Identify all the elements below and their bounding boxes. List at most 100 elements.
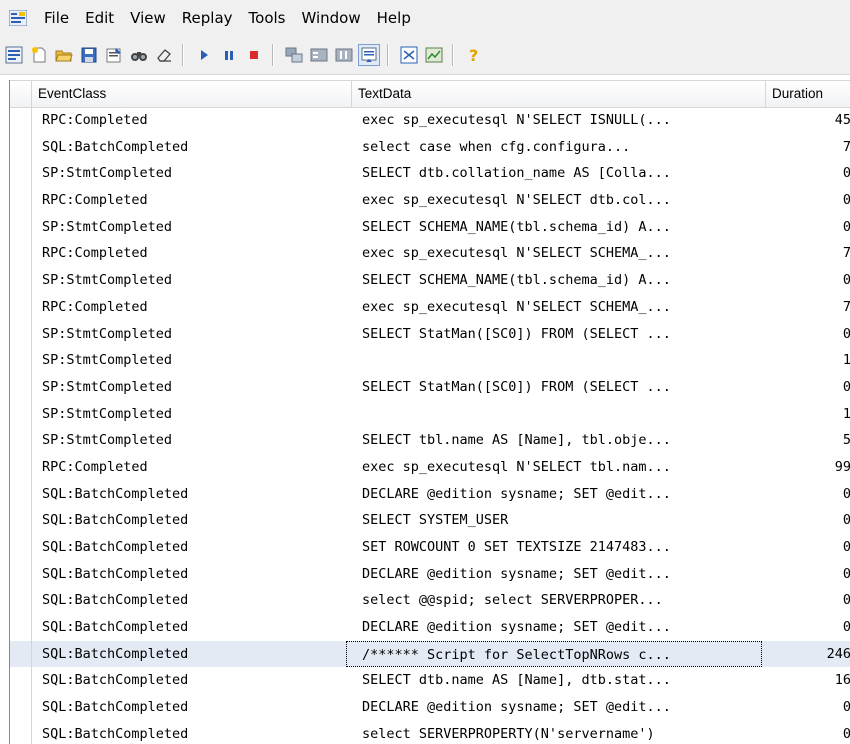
properties-icon[interactable] [103, 44, 125, 66]
table-row[interactable]: RPC:Completed exec sp_executesql N'SELECT… [10, 453, 850, 481]
menu-bar: File Edit View Replay Tools Window Help [0, 0, 850, 36]
cell-textdata: SELECT SYSTEM_USER [362, 512, 509, 529]
find-binoculars-icon[interactable] [128, 44, 150, 66]
table-row[interactable]: SQL:BatchCompleted /****** Script for Sel… [10, 640, 850, 668]
row-selector[interactable] [10, 534, 32, 561]
table-row[interactable]: RPC:Completed exec sp_executesql N'SELECT… [10, 240, 850, 268]
performance-chart-icon[interactable] [423, 44, 445, 66]
menu-file[interactable]: File [36, 0, 77, 36]
row-selector[interactable] [10, 267, 32, 294]
menu-replay[interactable]: Replay [174, 0, 241, 36]
menu-edit[interactable]: Edit [77, 0, 122, 36]
pause-trace-icon[interactable] [218, 44, 240, 66]
toolbar-separator [387, 44, 389, 66]
row-selector[interactable] [10, 400, 32, 428]
row-selector[interactable] [10, 347, 32, 374]
columns-icon[interactable] [308, 44, 330, 66]
row-selector[interactable] [10, 507, 32, 534]
table-row[interactable]: SQL:BatchCompleted DECLARE @edition sysna… [10, 480, 850, 508]
row-selector[interactable] [10, 614, 32, 641]
cell-eventclass: SQL:BatchCompleted [42, 539, 189, 555]
cell-duration: 0 [766, 561, 850, 588]
new-template-icon[interactable] [28, 44, 50, 66]
cell-duration: 0 [766, 267, 850, 294]
row-selector[interactable] [10, 107, 32, 134]
clear-eraser-icon[interactable] [153, 44, 175, 66]
table-row[interactable]: SQL:BatchCompleted select @@spid; select … [10, 587, 850, 615]
table-row[interactable]: SP:StmtCompleted 1 [10, 347, 850, 374]
column-header-textdata[interactable]: TextData [352, 81, 766, 107]
cell-textdata: DECLARE @edition sysname; SET @edit... [362, 619, 671, 636]
open-folder-icon[interactable] [53, 44, 75, 66]
table-row[interactable]: RPC:Completed exec sp_executesql N'SELECT… [10, 187, 850, 214]
menu-view[interactable]: View [122, 0, 174, 36]
menu-window[interactable]: Window [293, 0, 368, 36]
table-row[interactable]: SQL:BatchCompleted SELECT SYSTEM_USER 0 [10, 507, 850, 534]
row-selector[interactable] [10, 293, 32, 321]
row-selector[interactable] [10, 427, 32, 454]
column-header-duration[interactable]: Duration [766, 81, 850, 107]
row-selector[interactable] [10, 667, 32, 695]
profiler-app-icon[interactable] [8, 9, 28, 27]
cell-textdata: SELECT SCHEMA_NAME(tbl.schema_id) A... [362, 272, 671, 289]
table-row[interactable]: RPC:Completed exec sp_executesql N'SELECT… [10, 293, 850, 321]
table-row[interactable]: RPC:Completed exec sp_executesql N'SELECT… [10, 107, 850, 134]
row-selector[interactable] [10, 187, 32, 214]
row-selector[interactable] [10, 133, 32, 161]
connect-icon[interactable] [283, 44, 305, 66]
help-icon[interactable]: ? [463, 44, 485, 66]
column-header-eventclass[interactable]: EventClass [32, 81, 352, 107]
table-row[interactable]: SP:StmtCompleted 1 [10, 400, 850, 428]
table-row[interactable]: SQL:BatchCompleted DECLARE @edition sysna… [10, 694, 850, 721]
cell-eventclass: SP:StmtCompleted [42, 165, 173, 182]
cell-duration: 99 [834, 458, 850, 475]
row-selector[interactable] [10, 453, 32, 481]
table-row[interactable]: SQL:BatchCompleted SELECT dtb.name AS [Na… [10, 667, 850, 695]
table-row[interactable]: SP:StmtCompleted SELECT SCHEMA_NAME(tbl.s… [10, 213, 850, 241]
row-selector[interactable] [10, 560, 32, 588]
cell-textdata: exec sp_executesql N'SELECT SCHEMA_... [362, 298, 671, 315]
table-row[interactable]: SP:StmtCompleted SELECT StatMan([SC0]) FR… [10, 320, 850, 348]
table-row[interactable]: SP:StmtCompleted SELECT StatMan([SC0]) FR… [10, 373, 850, 401]
cell-eventclass: SQL:BatchCompleted [42, 512, 189, 529]
row-selector[interactable] [10, 320, 32, 348]
table-row[interactable]: SP:StmtCompleted SELECT tbl.name AS [Name… [10, 427, 850, 454]
row-selector[interactable] [10, 640, 32, 668]
cell-eventclass: RPC:Completed [42, 112, 148, 128]
cell-duration: 45 [834, 112, 850, 128]
run-trace-icon[interactable] [193, 44, 215, 66]
table-row[interactable]: SQL:BatchCompleted select SERVERPROPERTY(… [10, 720, 850, 744]
save-icon[interactable] [78, 44, 100, 66]
trace-view-icon[interactable] [398, 44, 420, 66]
cell-duration: 246 [826, 645, 850, 662]
row-selector[interactable] [10, 720, 32, 744]
table-row[interactable]: SQL:BatchCompleted DECLARE @edition sysna… [10, 560, 850, 588]
table-row[interactable]: SQL:BatchCompleted SET ROWCOUNT 0 SET TEX… [10, 534, 850, 561]
grid-rows: RPC:Completed exec sp_executesql N'SELECT… [10, 107, 850, 744]
new-trace-icon[interactable] [3, 44, 25, 66]
menu-help[interactable]: Help [369, 0, 419, 36]
cell-duration: 0 [766, 187, 850, 214]
row-selector[interactable] [10, 240, 32, 268]
stop-trace-icon[interactable] [243, 44, 265, 66]
row-selector[interactable] [10, 160, 32, 188]
cell-duration: 1 [766, 347, 850, 374]
menu-tools[interactable]: Tools [241, 0, 294, 36]
cell-eventclass: RPC:Completed [42, 245, 148, 262]
row-selector[interactable] [10, 373, 32, 401]
cell-textdata: exec sp_executesql N'SELECT ISNULL(... [362, 112, 671, 128]
row-selector[interactable] [10, 587, 32, 615]
filter-icon[interactable] [333, 44, 355, 66]
table-row[interactable]: SP:StmtCompleted SELECT dtb.collation_nam… [10, 160, 850, 188]
autoscroll-icon[interactable] [358, 44, 380, 66]
cell-eventclass: SQL:BatchCompleted [42, 645, 189, 662]
cell-textdata: exec sp_executesql N'SELECT tbl.nam... [362, 458, 671, 475]
row-selector[interactable] [10, 694, 32, 721]
cell-eventclass: RPC:Completed [42, 458, 148, 475]
table-row[interactable]: SQL:BatchCompleted DECLARE @edition sysna… [10, 614, 850, 641]
cell-duration: 5 [766, 427, 850, 454]
table-row[interactable]: SQL:BatchCompleted select case when cfg.c… [10, 133, 850, 161]
row-selector[interactable] [10, 213, 32, 241]
table-row[interactable]: SP:StmtCompleted SELECT SCHEMA_NAME(tbl.s… [10, 267, 850, 294]
row-selector[interactable] [10, 480, 32, 508]
